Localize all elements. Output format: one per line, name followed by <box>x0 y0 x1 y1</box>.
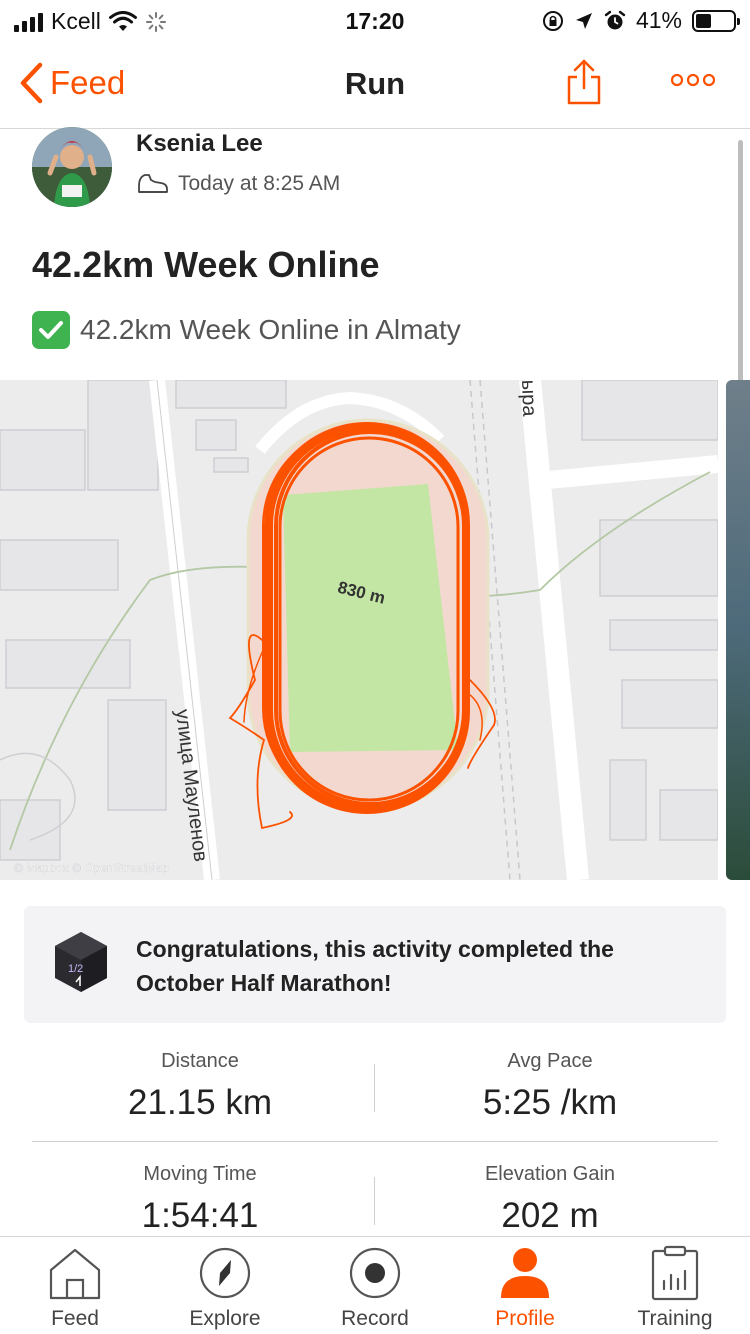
challenge-badge-icon: 1/2 <box>52 930 110 999</box>
check-mark-icon <box>32 311 70 349</box>
status-bar: Kcell 17:20 41% <box>0 0 750 42</box>
activity-meta: Today at 8:25 AM <box>136 172 340 196</box>
share-button[interactable] <box>566 58 602 111</box>
scroll-indicator <box>738 140 743 405</box>
stat-value: 21.15 km <box>128 1083 272 1122</box>
avatar-image <box>32 127 112 207</box>
stat-divider <box>374 1064 375 1112</box>
tab-label: Profile <box>495 1307 555 1330</box>
achievement-text: Congratulations, this activity completed… <box>136 936 614 996</box>
nav-bar: Feed Run <box>0 42 750 129</box>
more-icon <box>670 73 716 87</box>
shoe-icon <box>138 174 168 193</box>
profile-icon <box>495 1245 555 1301</box>
page-title: Run <box>344 66 406 101</box>
stat-label: Avg Pace <box>507 1050 593 1072</box>
battery-icon <box>692 9 740 32</box>
stat-distance: Distance 21.15 km <box>30 1050 370 1123</box>
stat-value: 5:25 /km <box>482 1083 618 1122</box>
tab-record[interactable]: Record <box>300 1237 450 1334</box>
activity-description: 42.2km Week Online in Almaty <box>32 311 461 349</box>
tab-training[interactable]: Training <box>600 1237 750 1334</box>
stat-label: Distance <box>161 1050 239 1072</box>
share-icon <box>567 59 601 105</box>
map-canvas: 830 m улица Мауленов ыра © Mapbox © Open… <box>0 380 718 880</box>
tab-profile[interactable]: Profile <box>450 1237 600 1334</box>
avatar[interactable] <box>32 127 112 207</box>
training-icon <box>645 1245 705 1301</box>
rotation-lock-icon <box>542 10 563 31</box>
alarm-icon <box>604 10 626 29</box>
tab-label: Training <box>637 1307 713 1330</box>
tab-explore[interactable]: Explore <box>150 1237 300 1334</box>
street-label-2: ыра <box>517 380 540 418</box>
activity-timestamp: Today at 8:25 AM <box>178 172 341 195</box>
stat-moving-time: Moving Time 1:54:41 <box>30 1163 370 1236</box>
badge-label: 1/2 <box>68 963 83 975</box>
more-button[interactable] <box>670 72 716 93</box>
activity-title: 42.2km Week Online <box>32 244 380 285</box>
stat-label: Moving Time <box>143 1163 257 1185</box>
status-right: 41% <box>542 7 740 34</box>
tab-feed[interactable]: Feed <box>0 1237 150 1334</box>
stat-avg-pace: Avg Pace 5:25 /km <box>380 1050 720 1123</box>
tab-label: Explore <box>189 1307 261 1330</box>
stat-value: 202 m <box>501 1196 599 1235</box>
tab-bar: Feed Explore Record Profile Training <box>0 1236 750 1334</box>
battery-percent: 41% <box>635 7 682 33</box>
tab-label: Record <box>341 1307 409 1330</box>
location-arrow-icon <box>575 12 592 29</box>
next-photo-peek[interactable] <box>726 380 750 880</box>
athlete-name[interactable]: Ksenia Lee <box>136 130 263 158</box>
stat-label: Elevation Gain <box>484 1163 616 1185</box>
compass-icon <box>195 1245 255 1301</box>
stat-row-divider <box>32 1141 718 1142</box>
map-attribution: © Mapbox © OpenStreetMap <box>14 861 169 875</box>
stat-value: 1:54:41 <box>141 1196 259 1235</box>
record-icon <box>345 1245 405 1301</box>
activity-description-text: 42.2km Week Online in Almaty <box>80 314 461 345</box>
home-icon <box>45 1245 105 1301</box>
achievement-banner[interactable]: 1/2 Congratulations, this activity compl… <box>24 906 726 1023</box>
stat-elevation-gain: Elevation Gain 202 m <box>380 1163 720 1236</box>
route-map[interactable]: 830 m улица Мауленов ыра © Mapbox © Open… <box>0 380 718 880</box>
tab-label: Feed <box>51 1307 99 1330</box>
stat-divider <box>374 1177 375 1225</box>
